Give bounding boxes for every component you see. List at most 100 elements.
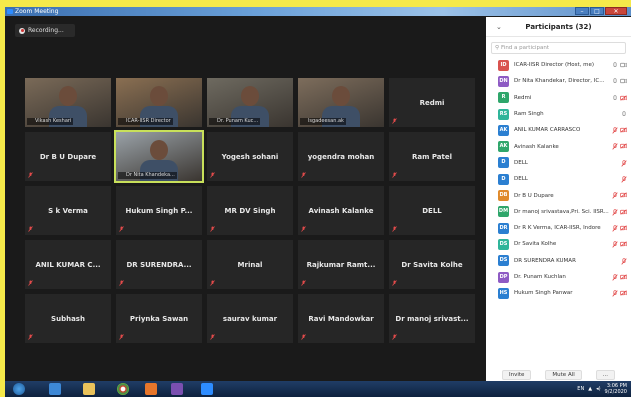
video-tile[interactable]: Dr. Punam Kuc... — [207, 78, 293, 127]
browser-icon[interactable] — [49, 383, 61, 395]
participant-video-figure — [150, 140, 168, 160]
volume-icon[interactable]: ◂) — [596, 386, 600, 392]
participant-row[interactable]: DN Dr Nita Khandekar, Director, IC... — [486, 73, 631, 89]
video-tile[interactable]: Yogesh sohani — [207, 132, 293, 181]
participant-row[interactable]: ID ICAR-IISR Director (Host, me) — [486, 57, 631, 73]
chrome-icon[interactable] — [117, 383, 129, 395]
muted-mic-icon — [621, 176, 627, 183]
participant-row[interactable]: DM Dr manoj srivastava,Pri. Sci. IISR... — [486, 204, 631, 220]
video-tile[interactable]: MR DV Singh — [207, 186, 293, 235]
participant-avatar: AK — [498, 141, 509, 153]
video-tile[interactable]: Vikash Keshari — [25, 78, 111, 127]
tile-name-label: Hukum Singh P... — [125, 206, 193, 215]
participant-status-icons — [612, 225, 627, 232]
participant-status-icons — [612, 274, 627, 281]
zoom-app-icon — [7, 9, 13, 14]
muted-mic-icon — [612, 127, 618, 134]
language-indicator[interactable]: EN — [577, 386, 584, 392]
tile-name-label: Dr. Punam Kuc... — [209, 118, 261, 125]
participant-row[interactable]: DB Dr B U Dupare — [486, 187, 631, 203]
participant-row[interactable]: DP Dr. Punam Kuchlan — [486, 269, 631, 285]
media-app-icon[interactable] — [171, 383, 183, 395]
recording-indicator[interactable]: Recording... — [15, 24, 75, 37]
video-camera-icon — [620, 225, 627, 231]
network-icon[interactable]: ▲ — [588, 386, 592, 392]
participant-avatar: R — [498, 92, 509, 104]
video-tile[interactable]: Priynka Sawan — [116, 294, 202, 343]
participant-row[interactable]: AK Avinash Kalanke — [486, 138, 631, 154]
participant-row[interactable]: D DELL — [486, 171, 631, 187]
participant-name: DR SURENDRA KUMAR — [514, 257, 576, 264]
tile-name-label: Rajkumar Ramt... — [306, 260, 376, 269]
record-icon — [19, 27, 25, 34]
participant-name: ANIL KUMAR CARRASCO — [514, 127, 581, 134]
video-camera-icon — [620, 241, 627, 247]
windows-taskbar: EN ▲ ◂) 3:06 PM 9/2/2020 — [5, 381, 631, 397]
muted-mic-icon — [392, 118, 397, 124]
tile-name-label: yogendra mohan — [307, 152, 375, 161]
video-tile[interactable]: Ram Patel — [389, 132, 475, 181]
participant-row[interactable]: HS Hukum Singh Panwar — [486, 285, 631, 301]
video-tile[interactable]: ANIL KUMAR C... — [25, 240, 111, 289]
video-camera-icon — [620, 127, 627, 133]
video-tile[interactable]: Dr manoj srivast... — [389, 294, 475, 343]
video-tile[interactable]: Hukum Singh P... — [116, 186, 202, 235]
participant-row[interactable]: R Redmi — [486, 90, 631, 106]
file-explorer-icon[interactable] — [83, 383, 95, 395]
participant-search-input[interactable]: ⚲ Find a participant — [491, 42, 626, 54]
participant-avatar: D — [498, 157, 509, 169]
muted-mic-icon — [119, 226, 124, 232]
video-tile[interactable]: saurav kumar — [207, 294, 293, 343]
participant-video-figure — [150, 86, 168, 106]
zoom-taskbar-icon[interactable] — [201, 383, 213, 395]
muted-mic-icon — [301, 226, 306, 232]
video-tile[interactable]: lsgadeesan.ak — [298, 78, 384, 127]
muted-mic-icon — [392, 172, 397, 178]
participant-status-icons — [612, 290, 627, 297]
more-button[interactable]: ... — [595, 369, 616, 380]
media-player-icon[interactable] — [145, 383, 157, 395]
clock[interactable]: 3:06 PM 9/2/2020 — [605, 383, 627, 395]
video-tile[interactable]: S k Verma — [25, 186, 111, 235]
muted-mic-icon — [301, 280, 306, 286]
video-camera-icon — [620, 192, 627, 198]
invite-button[interactable]: Invite — [501, 369, 532, 380]
video-tile[interactable]: DR SURENDRA... — [116, 240, 202, 289]
participant-row[interactable]: RS Ram Singh — [486, 106, 631, 122]
tile-name-label: lsgadeesan.ak — [300, 118, 346, 125]
participant-avatar: DS — [498, 238, 509, 250]
participant-row[interactable]: DS DR SURENDRA KUMAR — [486, 253, 631, 269]
participant-row[interactable]: DR Dr R K Verma, ICAR-IISR, Indore — [486, 220, 631, 236]
participants-header: ⌄ Participants (32) — [486, 17, 631, 37]
video-tile[interactable]: Avinash Kalanke — [298, 186, 384, 235]
close-button[interactable]: ✕ — [605, 7, 627, 15]
video-tile[interactable]: Dr Savita Kolhe — [389, 240, 475, 289]
search-icon: ⚲ — [495, 45, 500, 51]
video-tile[interactable]: Redmi — [389, 78, 475, 127]
mic-icon — [613, 78, 617, 84]
muted-mic-icon — [119, 334, 124, 340]
video-tile[interactable]: Dr Nita Khandeka... — [114, 130, 204, 183]
muted-mic-icon — [612, 290, 618, 297]
mute-all-button[interactable]: Mute All — [545, 369, 582, 380]
participant-status-icons — [612, 241, 627, 248]
participant-avatar: ID — [498, 59, 509, 71]
video-tile[interactable]: yogendra mohan — [298, 132, 384, 181]
start-button-icon[interactable] — [13, 383, 25, 395]
minimize-button[interactable]: – — [575, 7, 589, 15]
participant-avatar: DR — [498, 222, 509, 234]
video-tile[interactable]: Ravi Mandowkar — [298, 294, 384, 343]
participant-row[interactable]: AK ANIL KUMAR CARRASCO — [486, 122, 631, 138]
video-tile[interactable]: ICAR-IISR Director — [116, 78, 202, 127]
maximize-button[interactable]: □ — [590, 7, 604, 15]
video-tile[interactable]: Subhash — [25, 294, 111, 343]
participant-row[interactable]: DS Dr Savita Kolhe — [486, 236, 631, 252]
recording-label: Recording... — [28, 27, 64, 34]
participant-row[interactable]: D DELL — [486, 155, 631, 171]
tile-name-label: Subhash — [51, 314, 85, 323]
video-tile[interactable]: DELL — [389, 186, 475, 235]
video-tile[interactable]: Mrinal — [207, 240, 293, 289]
video-tile[interactable]: Rajkumar Ramt... — [298, 240, 384, 289]
video-tile[interactable]: Dr B U Dupare — [25, 132, 111, 181]
participants-panel: ⌄ Participants (32) ⚲ Find a participant… — [486, 17, 631, 381]
